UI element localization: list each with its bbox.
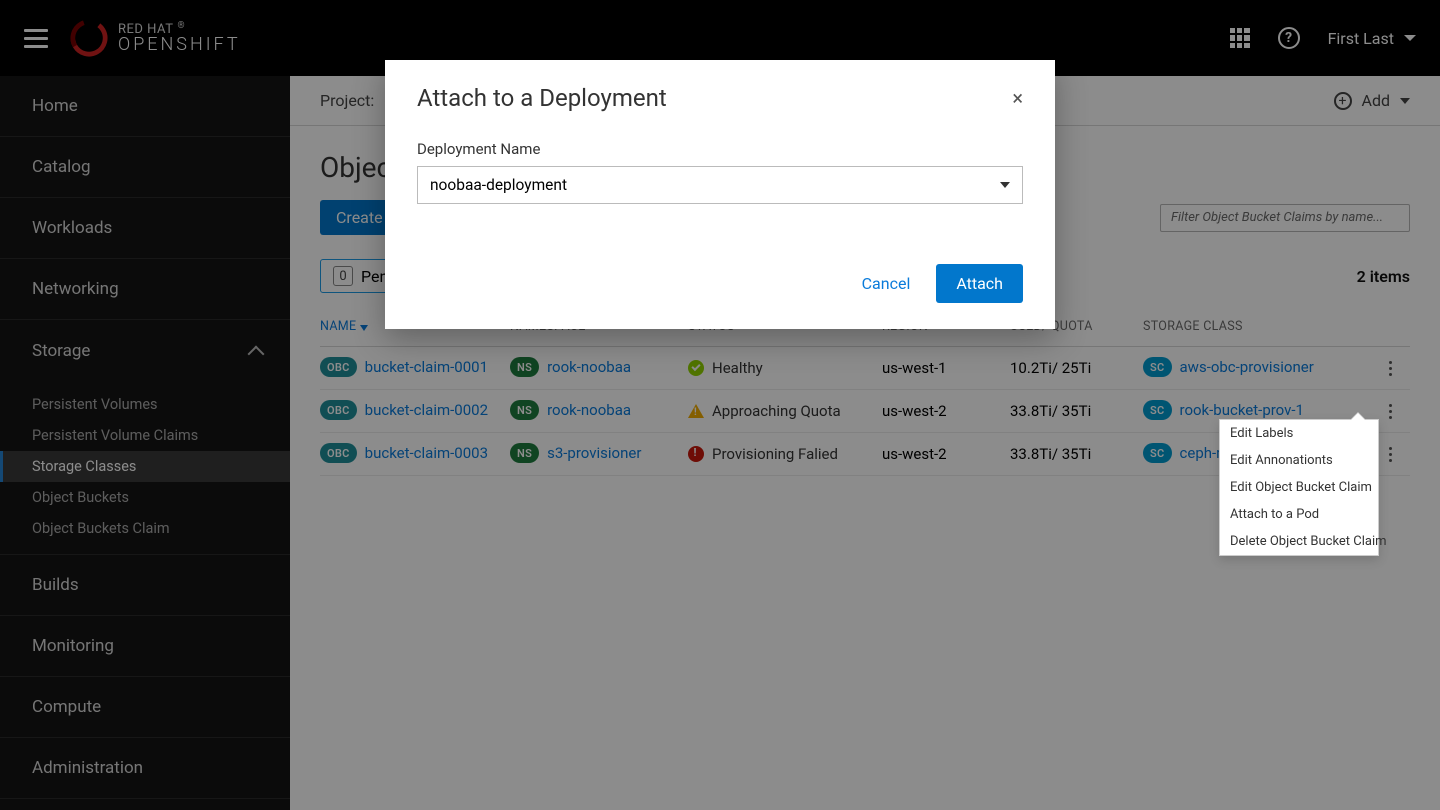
deployment-name-value: noobaa-deployment (430, 176, 567, 194)
deployment-name-label: Deployment Name (417, 140, 1023, 158)
kebab-popover: Edit Labels Edit Annonationts Edit Objec… (1219, 419, 1379, 556)
attach-button[interactable]: Attach (936, 264, 1023, 303)
popover-delete-obc[interactable]: Delete Object Bucket Claim (1220, 528, 1378, 555)
modal-title: Attach to a Deployment (417, 84, 667, 112)
popover-edit-annotations[interactable]: Edit Annonationts (1220, 447, 1378, 474)
popover-edit-obc[interactable]: Edit Object Bucket Claim (1220, 474, 1378, 501)
popover-edit-labels[interactable]: Edit Labels (1220, 420, 1378, 447)
cancel-button[interactable]: Cancel (850, 266, 923, 301)
popover-attach-pod[interactable]: Attach to a Pod (1220, 501, 1378, 528)
close-icon[interactable]: × (1012, 88, 1023, 108)
chevron-down-icon (1000, 182, 1010, 188)
attach-deployment-modal: Attach to a Deployment × Deployment Name… (385, 60, 1055, 329)
deployment-name-select[interactable]: noobaa-deployment (417, 166, 1023, 204)
